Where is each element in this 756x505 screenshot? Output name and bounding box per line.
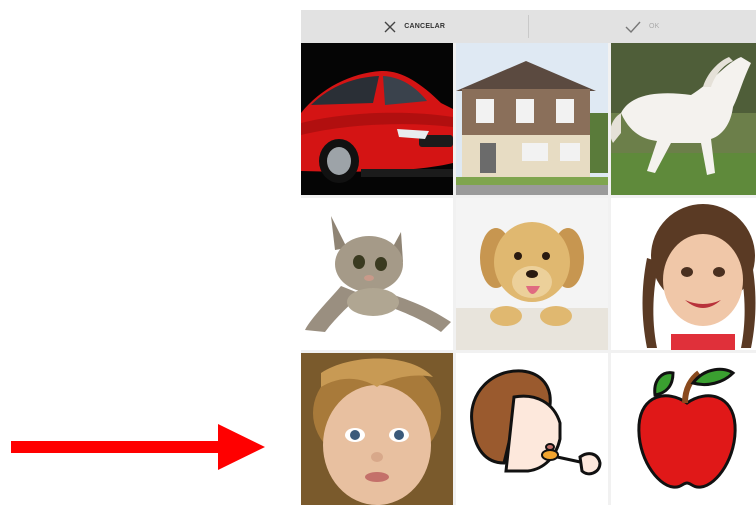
ok-button[interactable]: OK xyxy=(529,10,756,43)
image-tile-apple[interactable] xyxy=(611,353,756,505)
image-picker-panel: CANCELAR OK xyxy=(301,10,756,505)
image-tile-horse[interactable] xyxy=(611,43,756,195)
image-tile-puppy[interactable] xyxy=(456,198,608,350)
image-tile-girl[interactable] xyxy=(611,198,756,350)
ok-label: OK xyxy=(648,23,660,30)
image-tile-house[interactable] xyxy=(456,43,608,195)
image-tile-kitten[interactable] xyxy=(301,198,453,350)
close-icon xyxy=(384,21,396,33)
horse-image xyxy=(611,43,756,195)
cancel-label: CANCELAR xyxy=(404,23,446,30)
action-bar: CANCELAR OK xyxy=(301,10,756,43)
apple-image xyxy=(611,353,756,505)
kitten-image xyxy=(301,198,453,350)
image-tile-car[interactable] xyxy=(301,43,453,195)
cancel-button[interactable]: CANCELAR xyxy=(301,10,529,43)
image-tile-eating[interactable] xyxy=(456,353,608,505)
boy-image xyxy=(301,353,453,505)
car-image xyxy=(301,43,453,195)
house-image xyxy=(456,43,608,195)
girl-image xyxy=(611,198,756,350)
check-icon xyxy=(625,21,641,33)
eating-pictogram xyxy=(456,353,608,505)
image-grid xyxy=(301,43,756,505)
image-tile-boy[interactable] xyxy=(301,353,453,505)
puppy-image xyxy=(456,198,608,350)
